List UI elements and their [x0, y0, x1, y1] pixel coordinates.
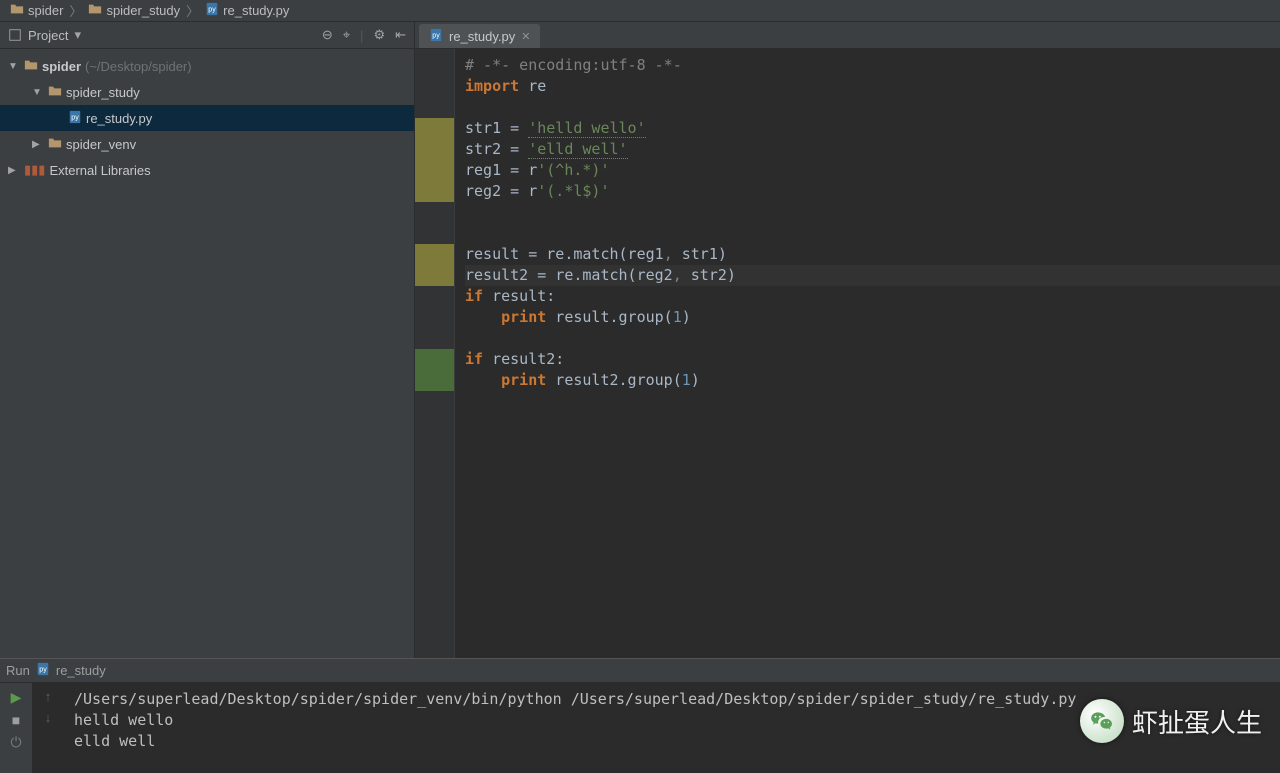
tree-label: spider_venv — [66, 137, 136, 152]
rerun-icon[interactable]: ▶ — [11, 689, 22, 706]
tool-header: Project ▾ ⊖ ⌖ | ⚙ ⇤ — [0, 22, 414, 49]
exit-icon[interactable]: ⏻ — [10, 734, 21, 751]
gear-icon[interactable]: ⚙ — [373, 27, 385, 43]
python-file-icon: py — [429, 28, 443, 45]
vcs-change-marker[interactable] — [415, 118, 454, 139]
tree-label: spider_study — [66, 85, 140, 100]
tree-external-libs[interactable]: ▶ ▮▮▮ External Libraries — [0, 157, 414, 183]
chevron-right-icon[interactable]: ▶ — [8, 165, 20, 176]
tree-label: spider — [42, 59, 81, 74]
tool-title: Project — [28, 28, 68, 43]
svg-text:py: py — [208, 7, 216, 14]
run-nav: ↑ ↓ — [32, 683, 64, 773]
close-icon[interactable]: ✕ — [521, 30, 530, 43]
folder-icon — [88, 2, 102, 19]
up-icon[interactable]: ↑ — [45, 689, 52, 704]
library-icon: ▮▮▮ — [24, 162, 45, 178]
run-header-label: Run — [6, 663, 30, 678]
editor-area: py re_study.py ✕ — [415, 22, 1280, 658]
svg-text:py: py — [39, 667, 47, 674]
tab-label: re_study.py — [449, 29, 515, 44]
code-editor[interactable]: # -*- encoding:utf-8 -*- import re str1 … — [455, 49, 1280, 658]
dropdown-icon[interactable]: ▾ — [74, 27, 81, 43]
vcs-add-marker[interactable] — [415, 349, 454, 370]
python-file-icon: py — [36, 662, 50, 679]
run-toolbar: ▶ ■ ⏻ — [0, 683, 32, 773]
editor-tabbar: py re_study.py ✕ — [415, 22, 1280, 49]
breadcrumb-label: spider — [28, 3, 63, 18]
chevron-right-icon: 〉 — [186, 1, 199, 20]
stop-icon[interactable]: ■ — [12, 712, 20, 728]
editor-tab[interactable]: py re_study.py ✕ — [419, 24, 540, 48]
folder-icon — [10, 2, 24, 19]
hide-icon[interactable]: ⇤ — [395, 27, 406, 43]
tree-file-selected[interactable]: py re_study.py — [0, 105, 414, 131]
breadcrumb-bar: spider 〉 spider_study 〉 py re_study.py — [0, 0, 1280, 22]
down-icon[interactable]: ↓ — [45, 710, 52, 725]
run-tool-window: Run py re_study ▶ ■ ⏻ ↑ ↓ /Users/superle… — [0, 658, 1280, 773]
breadcrumb-item-project[interactable]: spider — [6, 2, 67, 19]
editor-gutter[interactable] — [415, 49, 455, 658]
run-config-name: re_study — [56, 663, 106, 678]
folder-icon — [24, 58, 38, 75]
collapse-all-icon[interactable]: ⊖ — [322, 27, 333, 43]
python-file-icon: py — [205, 2, 219, 19]
svg-text:py: py — [432, 32, 440, 39]
breadcrumb-item-folder[interactable]: spider_study — [84, 2, 184, 19]
chevron-down-icon[interactable]: ▼ — [32, 87, 44, 98]
divider: | — [360, 28, 363, 43]
project-tree[interactable]: ▼ spider (~/Desktop/spider) ▼ spider_stu… — [0, 49, 414, 658]
chevron-right-icon[interactable]: ▶ — [32, 139, 44, 150]
python-file-icon: py — [68, 110, 82, 127]
tree-path: (~/Desktop/spider) — [85, 59, 192, 74]
run-header: Run py re_study — [0, 659, 1280, 683]
target-icon[interactable]: ⌖ — [343, 27, 350, 43]
tree-root[interactable]: ▼ spider (~/Desktop/spider) — [0, 53, 414, 79]
console-output[interactable]: /Users/superlead/Desktop/spider/spider_v… — [64, 683, 1280, 773]
svg-text:py: py — [71, 114, 79, 121]
tree-folder[interactable]: ▼ spider_study — [0, 79, 414, 105]
project-tool-window: Project ▾ ⊖ ⌖ | ⚙ ⇤ ▼ spider (~/Desktop/… — [0, 22, 415, 658]
chevron-right-icon: 〉 — [69, 1, 82, 20]
folder-icon — [48, 84, 62, 101]
breadcrumb-label: spider_study — [106, 3, 180, 18]
breadcrumb-label: re_study.py — [223, 3, 289, 18]
chevron-down-icon[interactable]: ▼ — [8, 61, 20, 72]
tree-folder[interactable]: ▶ spider_venv — [0, 131, 414, 157]
tree-label: External Libraries — [49, 163, 150, 178]
breadcrumb-item-file[interactable]: py re_study.py — [201, 2, 293, 19]
folder-icon — [48, 136, 62, 153]
tree-label: re_study.py — [86, 111, 152, 126]
project-icon — [8, 28, 22, 42]
